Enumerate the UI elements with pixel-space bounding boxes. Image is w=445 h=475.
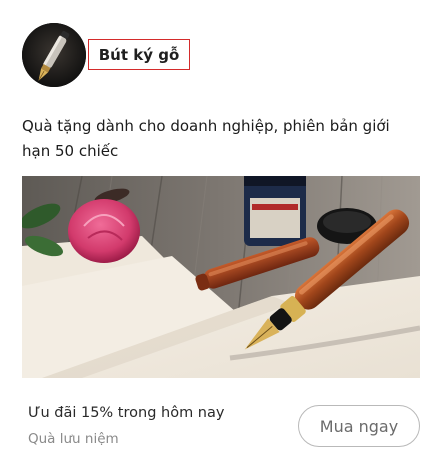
product-avatar	[22, 23, 86, 87]
product-description: Quà tặng dành cho doanh nghiệp, phiên bả…	[22, 117, 390, 160]
product-name[interactable]: Bút ký gỗ	[88, 39, 190, 70]
buy-now-button[interactable]: Mua ngay	[298, 405, 420, 447]
category-label: Quà lưu niệm	[28, 431, 119, 447]
offer-text: Ưu đãi 15% trong hôm nay	[28, 405, 225, 421]
fountain-pen-icon	[22, 23, 86, 87]
pen-ink-rose-photo	[22, 176, 420, 378]
hero-image	[22, 176, 420, 378]
